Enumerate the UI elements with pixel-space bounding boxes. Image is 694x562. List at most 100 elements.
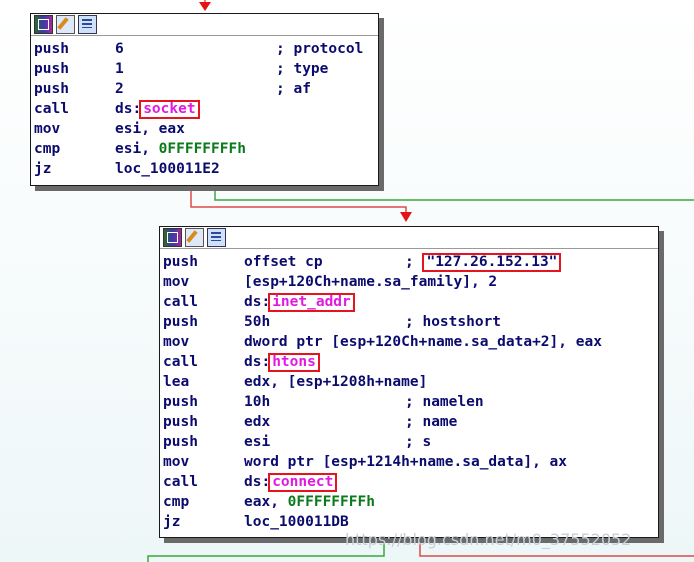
comment-text: ; name [405, 414, 458, 430]
operands: 10h [244, 392, 270, 412]
numeric-operand: 0FFFFFFFFh [158, 141, 246, 157]
import-function-name[interactable]: htons [268, 353, 320, 372]
instruction-row[interactable]: mov esi, eax [34, 119, 378, 139]
instruction-row[interactable]: push 2 ; af [34, 79, 378, 99]
comment: ; "127.26.152.13" [405, 252, 562, 272]
list-view-icon[interactable] [78, 15, 97, 34]
list-view-icon[interactable] [207, 228, 226, 247]
operand-prefix: ds: [244, 354, 271, 370]
mnemonic: mov [163, 334, 190, 350]
mnemonic: mov [34, 121, 61, 137]
comment-text: ; s [405, 434, 432, 450]
mnemonic: lea [163, 374, 190, 390]
operands: edx, [esp+1208h+name] [244, 372, 427, 392]
operands: offset cp [244, 252, 323, 272]
instruction-row[interactable]: push 50h ; hostshort [163, 312, 658, 332]
mnemonic: push [34, 81, 69, 97]
instruction-row[interactable]: mov word ptr [esp+1214h+name.sa_data], ax [163, 452, 658, 472]
instruction-row[interactable]: push 6 ; protocol [34, 39, 378, 59]
operand-text: offset cp [244, 254, 323, 270]
mnemonic: push [163, 394, 198, 410]
operand-prefix: ds: [115, 101, 142, 117]
comment-text: ; [405, 254, 423, 270]
operand-text: 1 [115, 61, 124, 77]
watermark: https://blog.csdn.net/m0_37552052 [345, 530, 632, 549]
import-function-name[interactable]: inet_addr [268, 293, 355, 312]
operand-text: dword ptr [esp+120Ch+name.sa_data+2], ea… [244, 334, 602, 350]
comment: ; namelen [405, 392, 484, 412]
instruction-row[interactable]: push 10h ; namelen [163, 392, 658, 412]
graph-color-icon[interactable] [163, 228, 182, 247]
operands: esi, 0FFFFFFFFh [115, 139, 246, 159]
mnemonic: jz [163, 514, 181, 530]
operand-text: [esp+120Ch+name.sa_family], 2 [244, 274, 498, 290]
code-block-socket[interactable]: push 6 ; protocol push 1 ; type push 2 ; af call d… [30, 13, 379, 186]
instruction-row[interactable]: call ds: inet_addr [163, 292, 658, 312]
instruction-row[interactable]: mov [esp+120Ch+name.sa_family], 2 [163, 272, 658, 292]
instruction-row[interactable]: call ds: socket [34, 99, 378, 119]
operands: ds: htons [244, 352, 320, 372]
instruction-row[interactable]: push edx ; name [163, 412, 658, 432]
instruction-row[interactable]: jz loc_100011E2 [34, 159, 378, 179]
incoming-arrowhead [199, 2, 211, 11]
graph-color-icon[interactable] [34, 15, 53, 34]
instruction-list: push 6 ; protocol push 1 ; type push 2 ; af call d… [31, 36, 378, 179]
comment-text: ; type [276, 61, 329, 77]
operands: dword ptr [esp+120Ch+name.sa_data+2], ea… [244, 332, 602, 352]
operands: 50h [244, 312, 270, 332]
operands: ds: inet_addr [244, 292, 355, 312]
comment: ; name [405, 412, 457, 432]
instruction-row[interactable]: mov dword ptr [esp+120Ch+name.sa_data+2],… [163, 332, 658, 352]
operand-prefix: ds: [244, 474, 271, 490]
import-function-name[interactable]: socket [139, 100, 200, 119]
comment: ; type [276, 59, 328, 79]
block-toolbar [31, 14, 378, 36]
comment-text: ; namelen [405, 394, 484, 410]
numeric-operand: 0FFFFFFFFh [287, 494, 375, 510]
operands: eax, 0FFFFFFFFh [244, 492, 375, 512]
mnemonic: push [163, 434, 198, 450]
operand-text: word ptr [esp+1214h+name.sa_data], ax [244, 454, 568, 470]
instruction-row[interactable]: cmp eax, 0FFFFFFFFh [163, 492, 658, 512]
ip-string-literal[interactable]: "127.26.152.13" [422, 253, 562, 272]
operand-prefix: eax, [244, 494, 288, 510]
operands: esi, eax [115, 119, 185, 139]
true-edge [214, 186, 694, 201]
operands: loc_100011E2 [115, 159, 220, 179]
operand-text: loc_100011DB [244, 514, 349, 530]
operand-prefix: ds: [244, 294, 271, 310]
operands: edx [244, 412, 270, 432]
mnemonic: call [163, 294, 198, 310]
mnemonic: cmp [163, 494, 190, 510]
operands: word ptr [esp+1214h+name.sa_data], ax [244, 452, 567, 472]
instruction-row[interactable]: push esi ; s [163, 432, 658, 452]
operands: ds: socket [115, 99, 200, 119]
operand-text: edx, [esp+1208h+name] [244, 374, 428, 390]
operands: 6 [115, 39, 124, 59]
comment-text: ; af [276, 81, 311, 97]
mnemonic: push [163, 254, 198, 270]
instruction-row[interactable]: cmp esi, 0FFFFFFFFh [34, 139, 378, 159]
operand-text: 50h [244, 314, 271, 330]
block-toolbar [160, 227, 658, 249]
mnemonic: cmp [34, 141, 61, 157]
edit-icon[interactable] [56, 15, 75, 34]
operand-text: esi [244, 434, 271, 450]
operands: 2 [115, 79, 124, 99]
operands: 1 [115, 59, 124, 79]
comment: ; hostshort [405, 312, 501, 332]
comment-text: ; hostshort [405, 314, 502, 330]
operand-text: edx [244, 414, 271, 430]
edit-icon[interactable] [185, 228, 204, 247]
instruction-row[interactable]: lea edx, [esp+1208h+name] [163, 372, 658, 392]
instruction-row[interactable]: push offset cp; "127.26.152.13" [163, 252, 658, 272]
mnemonic: call [34, 101, 69, 117]
instruction-row[interactable]: call ds: htons [163, 352, 658, 372]
mnemonic: call [163, 354, 198, 370]
instruction-row[interactable]: push 1 ; type [34, 59, 378, 79]
instruction-row[interactable]: jz loc_100011DB [163, 512, 658, 532]
code-block-connect[interactable]: push offset cp; "127.26.152.13" mov [esp+12… [159, 226, 659, 538]
import-function-name[interactable]: connect [268, 473, 338, 492]
mnemonic: push [34, 61, 69, 77]
instruction-row[interactable]: call ds: connect [163, 472, 658, 492]
